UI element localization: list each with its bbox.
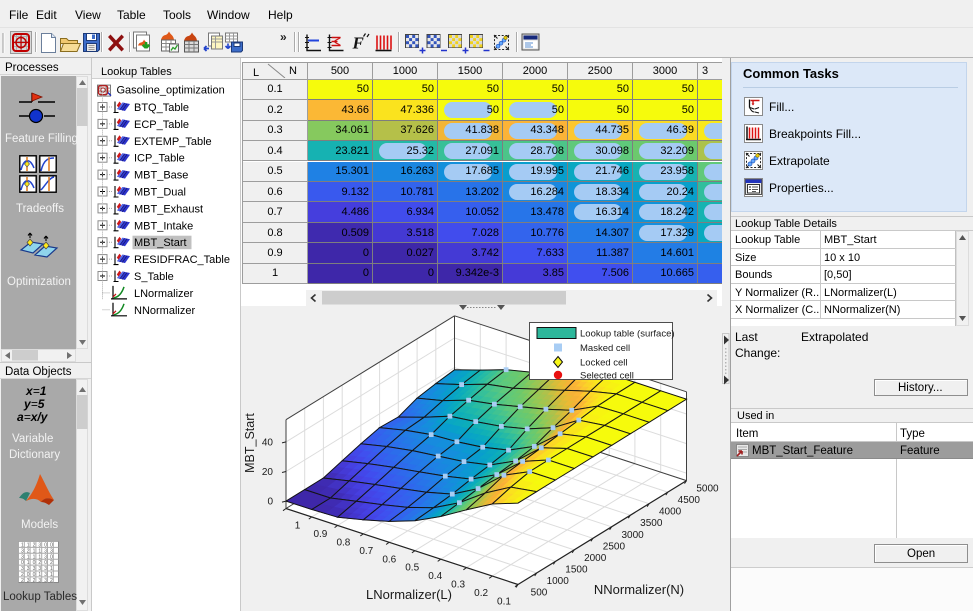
svg-text:ICP_Table: ICP_Table <box>134 153 185 165</box>
svg-text:MBT_Start: MBT_Start <box>243 413 257 473</box>
svg-text:LNormalizer: LNormalizer <box>134 288 194 300</box>
svg-text:0.6: 0.6 <box>382 554 396 565</box>
svg-text:2: 2 <box>21 578 24 584</box>
svg-text:MBT_Intake: MBT_Intake <box>134 220 193 232</box>
svg-text:2: 2 <box>50 578 53 584</box>
svg-text:EXTEMP_Table: EXTEMP_Table <box>134 136 212 148</box>
svg-text:0.2: 0.2 <box>474 588 488 599</box>
svg-text:L: L <box>253 67 259 78</box>
svg-text:0.5: 0.5 <box>405 563 419 574</box>
svg-text:MBT_Dual: MBT_Dual <box>134 187 186 199</box>
svg-text:2000: 2000 <box>584 553 607 564</box>
svg-text:Lookup table (surface): Lookup table (surface) <box>580 329 675 340</box>
svg-text:3: 3 <box>27 578 30 584</box>
svg-text:4500: 4500 <box>678 495 701 506</box>
svg-text:Masked cell: Masked cell <box>580 343 630 354</box>
svg-text:N: N <box>289 65 297 77</box>
svg-text:3: 3 <box>38 578 41 584</box>
svg-text:F: F <box>352 34 365 53</box>
svg-text:3000: 3000 <box>621 530 644 541</box>
svg-text:0.1: 0.1 <box>497 597 511 608</box>
svg-text:MBT_Exhaust: MBT_Exhaust <box>134 203 203 215</box>
svg-text:RESIDFRAC_Table: RESIDFRAC_Table <box>134 254 230 266</box>
svg-text:3: 3 <box>44 578 47 584</box>
svg-text:1500: 1500 <box>565 564 588 575</box>
svg-text:1: 1 <box>295 521 301 532</box>
svg-text:S_Table: S_Table <box>134 271 174 283</box>
svg-text:0.3: 0.3 <box>451 580 465 591</box>
svg-text:0.4: 0.4 <box>428 571 442 582</box>
svg-text:0.8: 0.8 <box>336 537 350 548</box>
svg-text:1000: 1000 <box>547 576 570 587</box>
svg-text:ECP_Table: ECP_Table <box>134 119 189 131</box>
svg-text:Gasoline_optimization: Gasoline_optimization <box>117 85 225 97</box>
svg-text:Locked cell: Locked cell <box>580 358 628 369</box>
svg-text:4000: 4000 <box>659 507 682 518</box>
svg-text:2500: 2500 <box>603 541 626 552</box>
svg-text:MBT_Start: MBT_Start <box>134 237 187 249</box>
svg-text:40: 40 <box>262 437 274 448</box>
svg-text:0.7: 0.7 <box>359 546 373 557</box>
svg-text:NNormalizer: NNormalizer <box>134 305 195 317</box>
svg-text:0: 0 <box>267 497 273 508</box>
svg-text:NNormalizer(N): NNormalizer(N) <box>594 582 684 597</box>
svg-text:BTQ_Table: BTQ_Table <box>134 102 189 114</box>
svg-text:Selected cell: Selected cell <box>580 371 634 382</box>
svg-text:500: 500 <box>531 588 548 599</box>
svg-text:»: » <box>280 30 287 44</box>
svg-text:3500: 3500 <box>640 518 663 529</box>
svg-text:2: 2 <box>33 578 36 584</box>
svg-text:0.9: 0.9 <box>313 529 327 540</box>
svg-text:20: 20 <box>262 467 274 478</box>
svg-text:LNormalizer(L): LNormalizer(L) <box>366 587 452 602</box>
svg-text:MBT_Base: MBT_Base <box>134 170 188 182</box>
svg-text:5000: 5000 <box>696 484 719 495</box>
